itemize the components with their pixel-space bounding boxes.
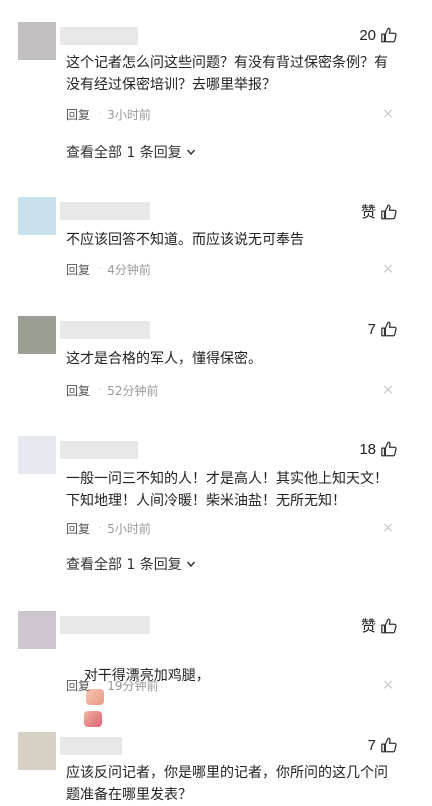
timestamp: 52分钟前 [107, 384, 159, 398]
close-icon[interactable]: × [382, 520, 394, 536]
reply-button[interactable]: 回复 [66, 520, 90, 537]
thumbs-up-icon [381, 737, 397, 753]
username-redacted[interactable] [60, 441, 138, 459]
close-icon[interactable]: × [382, 261, 394, 277]
reply-button[interactable]: 回复 [66, 382, 90, 399]
username-redacted[interactable] [60, 202, 150, 220]
reply-button[interactable]: 回复 [66, 261, 90, 278]
thumbs-up-icon [381, 441, 397, 457]
close-icon[interactable]: × [382, 382, 394, 398]
like-count: 赞 [360, 618, 376, 635]
like-button[interactable]: 赞 [361, 201, 398, 222]
close-icon[interactable]: × [382, 106, 394, 122]
avatar[interactable] [18, 316, 56, 354]
thumbs-up-emoji-icon [83, 711, 102, 727]
thumbs-up-icon [381, 27, 397, 43]
reply-button[interactable]: 回复 [66, 106, 90, 123]
username-redacted[interactable] [60, 321, 150, 339]
avatar[interactable] [18, 197, 56, 235]
view-all-label: 查看全部 1 条回复 [66, 557, 182, 573]
reply-button[interactable]: 回复 [66, 677, 90, 694]
username-redacted[interactable] [60, 27, 138, 45]
comment-text: 这才是合格的军人，懂得保密。 [66, 351, 262, 367]
comment-meta: 回复 · 3小时前 [66, 106, 151, 123]
view-all-replies-button[interactable]: 查看全部 1 条回复 [66, 554, 196, 574]
comment-meta: 回复 · 19分钟前 [66, 677, 158, 694]
avatar[interactable] [18, 22, 56, 60]
like-button[interactable]: 赞 [361, 615, 398, 636]
comment-meta: 回复 · 5小时前 [66, 520, 151, 537]
timestamp: 4分钟前 [107, 263, 151, 277]
comment-text: 这个记者怎么问这些问题？有没有背过保密条例？有没有经过保密培训？去哪里举报？ [66, 55, 388, 93]
username-redacted[interactable] [60, 616, 150, 634]
avatar[interactable] [18, 611, 56, 649]
username-redacted[interactable] [60, 737, 122, 755]
chevron-down-icon [186, 149, 195, 156]
like-button[interactable]: 18 [359, 440, 398, 458]
comment-text: 不应该回答不知道。而应该说无可奉告 [66, 232, 304, 248]
comment-meta: 回复 · 52分钟前 [66, 382, 158, 399]
comment-text: 一般一问三不知的人！才是高人！其实他上知天文！下知地理！人间冷暖！柴米油盐！无所… [66, 471, 388, 509]
like-count: 7 [367, 320, 376, 338]
avatar[interactable] [18, 436, 56, 474]
like-button[interactable]: 7 [368, 320, 398, 338]
separator-dot: · [98, 109, 102, 120]
thumbs-up-icon [381, 204, 397, 219]
separator-dot: · [98, 264, 102, 275]
like-button[interactable]: 20 [359, 26, 398, 44]
timestamp: 5小时前 [107, 522, 151, 536]
separator-dot: · [98, 523, 102, 534]
like-count: 赞 [360, 204, 376, 221]
separator-dot: · [98, 385, 102, 396]
timestamp: 19分钟前 [107, 679, 159, 693]
timestamp: 3小时前 [107, 108, 151, 122]
like-count: 7 [367, 736, 376, 754]
thumbs-up-icon [381, 321, 397, 337]
like-button[interactable]: 7 [368, 736, 398, 754]
view-all-label: 查看全部 1 条回复 [66, 145, 182, 161]
comment-text: 应该反问记者，你是哪里的记者，你所问的这几个问题准备在哪里发表？ [66, 765, 388, 803]
separator-dot: · [98, 680, 102, 691]
view-all-replies-button[interactable]: 查看全部 1 条回复 [66, 142, 196, 162]
thumbs-up-icon [381, 618, 397, 633]
like-count: 20 [359, 26, 376, 44]
chevron-down-icon [186, 561, 195, 568]
comment-meta: 回复 · 4分钟前 [66, 261, 151, 278]
like-count: 18 [359, 440, 376, 458]
avatar[interactable] [18, 732, 56, 770]
close-icon[interactable]: × [382, 677, 394, 693]
